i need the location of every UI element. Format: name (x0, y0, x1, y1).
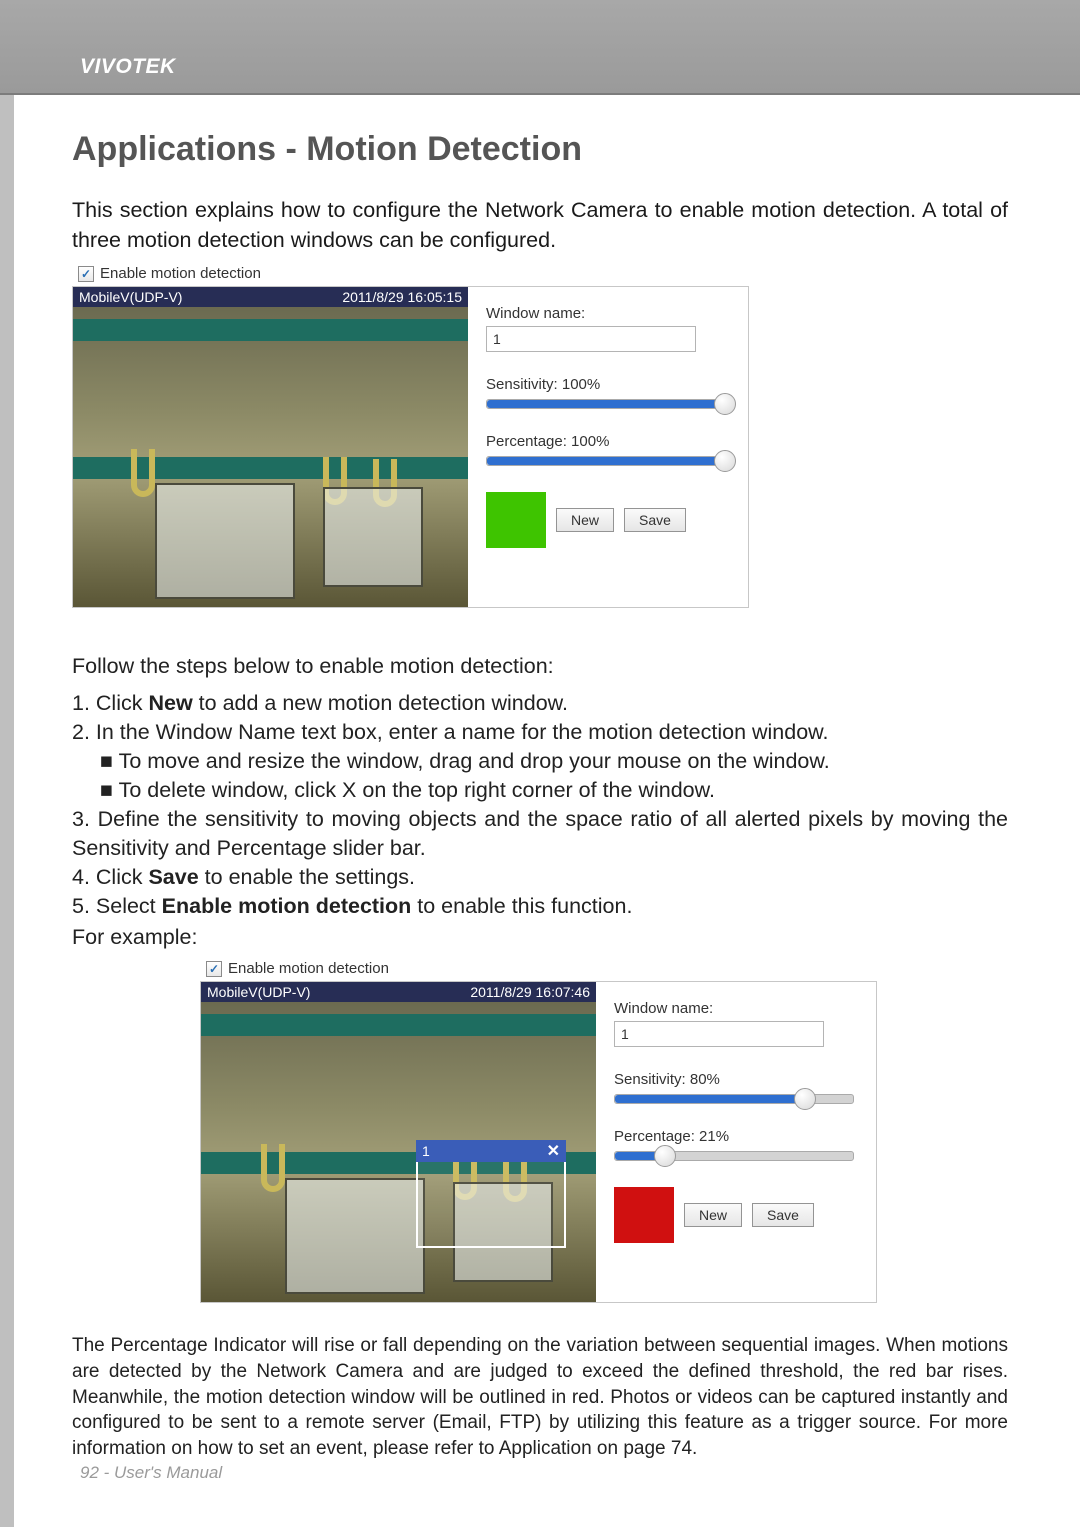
section-title: Applications - Motion Detection (72, 130, 1008, 169)
video-preview-2: MobileV(UDP-V) 2011/8/29 16:07:46 1 (201, 982, 596, 1302)
sensitivity-slider[interactable] (486, 399, 726, 409)
settings-panel-2: Window name: Sensitivity: 80% Percentage… (596, 982, 876, 1302)
step-5-a: 5. Select (72, 894, 162, 918)
step-1: 1. Click New to add a new motion detecti… (72, 689, 1008, 718)
step-4: 4. Click Save to enable the settings. (72, 863, 1008, 892)
window-name-input-2[interactable] (614, 1021, 824, 1047)
motion-indicator (486, 492, 546, 548)
window-name-label: Window name: (486, 305, 730, 322)
example-label: For example: (72, 925, 1008, 950)
percentage-slider-2[interactable] (614, 1151, 854, 1161)
percentage-label-2: Percentage: 21% (614, 1128, 858, 1145)
motion-indicator-2 (614, 1187, 674, 1243)
step-5: 5. Select Enable motion detection to ena… (72, 892, 1008, 921)
video-timestamp: 2011/8/29 16:05:15 (342, 289, 462, 305)
settings-panel: Window name: Sensitivity: 100% Percentag… (468, 287, 748, 607)
step-1-a: 1. Click (72, 691, 148, 715)
sensitivity-label-2: Sensitivity: 80% (614, 1071, 858, 1088)
stream-name: MobileV(UDP-V) (79, 289, 182, 305)
sensitivity-slider-2[interactable] (614, 1094, 854, 1104)
stream-name-2: MobileV(UDP-V) (207, 984, 310, 1000)
steps-block: Follow the steps below to enable motion … (72, 654, 1008, 950)
steps-intro: Follow the steps below to enable motion … (72, 654, 1008, 679)
step-3: 3. Define the sensitivity to moving obje… (72, 805, 1008, 863)
step-1-bold: New (148, 691, 192, 715)
step-2b: ■ To delete window, click X on the top r… (100, 776, 1008, 805)
video-timestamp-2: 2011/8/29 16:07:46 (470, 984, 590, 1000)
window-name-label-2: Window name: (614, 1000, 858, 1017)
brand: VIVOTEK (80, 55, 1080, 79)
page-header: VIVOTEK (0, 0, 1080, 95)
enable-motion-checkbox[interactable]: ✓ (78, 266, 94, 282)
save-button[interactable]: Save (624, 508, 686, 532)
motion-detection-window[interactable]: 1 ✕ (416, 1160, 566, 1248)
close-icon[interactable]: ✕ (547, 1141, 560, 1161)
intro-text: This section explains how to configure t… (72, 195, 1008, 255)
enable-motion-label-2: Enable motion detection (228, 960, 389, 977)
sensitivity-label: Sensitivity: 100% (486, 376, 730, 393)
bottom-paragraph: The Percentage Indicator will rise or fa… (72, 1333, 1008, 1461)
step-4-bold: Save (148, 865, 198, 889)
step-4-a: 4. Click (72, 865, 148, 889)
video-preview: MobileV(UDP-V) 2011/8/29 16:05:15 (73, 287, 468, 607)
screenshot-1: ✓ Enable motion detection MobileV(UDP-V)… (72, 265, 749, 608)
step-5-bold: Enable motion detection (162, 894, 412, 918)
step-2a: ■ To move and resize the window, drag an… (100, 747, 1008, 776)
step-4-c: to enable the settings. (199, 865, 415, 889)
video-frame-2: 1 ✕ (201, 1002, 596, 1302)
window-name-input[interactable] (486, 326, 696, 352)
percentage-label: Percentage: 100% (486, 433, 730, 450)
step-1-c: to add a new motion detection window. (193, 691, 568, 715)
new-button-2[interactable]: New (684, 1203, 742, 1227)
save-button-2[interactable]: Save (752, 1203, 814, 1227)
enable-motion-checkbox-2[interactable]: ✓ (206, 961, 222, 977)
enable-motion-label: Enable motion detection (100, 265, 261, 282)
md-window-label: 1 (422, 1143, 430, 1159)
gutter-edge (0, 95, 14, 1527)
percentage-slider[interactable] (486, 456, 726, 466)
new-button[interactable]: New (556, 508, 614, 532)
page-footer: 92 - User's Manual (0, 1463, 1080, 1483)
step-2: 2. In the Window Name text box, enter a … (72, 718, 1008, 747)
screenshot-2: ✓ Enable motion detection MobileV(UDP-V)… (200, 960, 877, 1303)
step-5-c: to enable this function. (411, 894, 632, 918)
video-frame (73, 307, 468, 607)
